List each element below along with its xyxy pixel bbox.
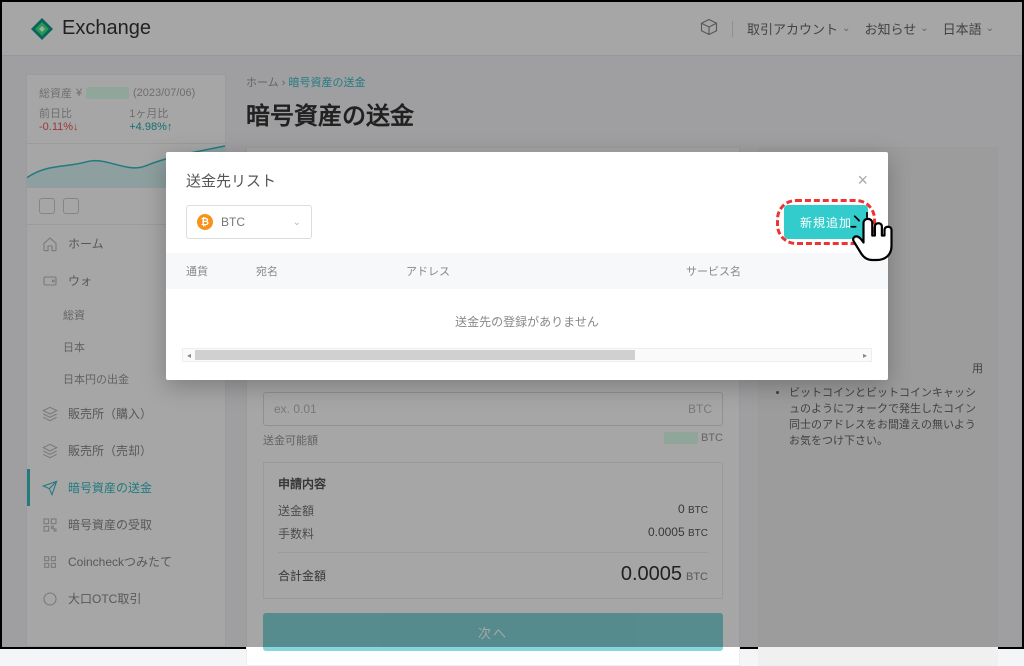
th-currency: 通貨 <box>186 263 256 279</box>
modal-scrollbar-area: ◂ ▸ <box>166 348 888 380</box>
pointer-hand-icon <box>846 211 902 267</box>
currency-select[interactable]: ₿ BTC ⌄ <box>186 205 312 239</box>
btc-icon: ₿ <box>197 214 213 230</box>
chevron-down-icon: ⌄ <box>293 217 301 228</box>
table-header: 通貨 宛名 アドレス サービス名 <box>166 253 888 289</box>
currency-label: BTC <box>221 215 245 229</box>
modal-header: 送金先リスト × <box>166 152 888 205</box>
scroll-right-icon[interactable]: ▸ <box>859 349 871 361</box>
scroll-left-icon[interactable]: ◂ <box>183 349 195 361</box>
close-icon[interactable]: × <box>857 170 868 191</box>
empty-message: 送金先の登録がありません <box>166 289 888 348</box>
horizontal-scrollbar[interactable]: ◂ ▸ <box>182 348 872 362</box>
th-service: サービス名 <box>686 263 826 279</box>
modal-title: 送金先リスト <box>186 170 276 191</box>
modal-toolbar: ₿ BTC ⌄ 新規追加 <box>166 205 888 253</box>
th-address: アドレス <box>406 263 686 279</box>
destination-list-modal: 送金先リスト × ₿ BTC ⌄ 新規追加 <box>166 152 888 380</box>
add-button-wrap: 新規追加 <box>784 205 868 239</box>
add-button-label: 新規追加 <box>800 214 852 231</box>
scrollbar-thumb[interactable] <box>195 350 635 360</box>
th-name: 宛名 <box>256 263 406 279</box>
